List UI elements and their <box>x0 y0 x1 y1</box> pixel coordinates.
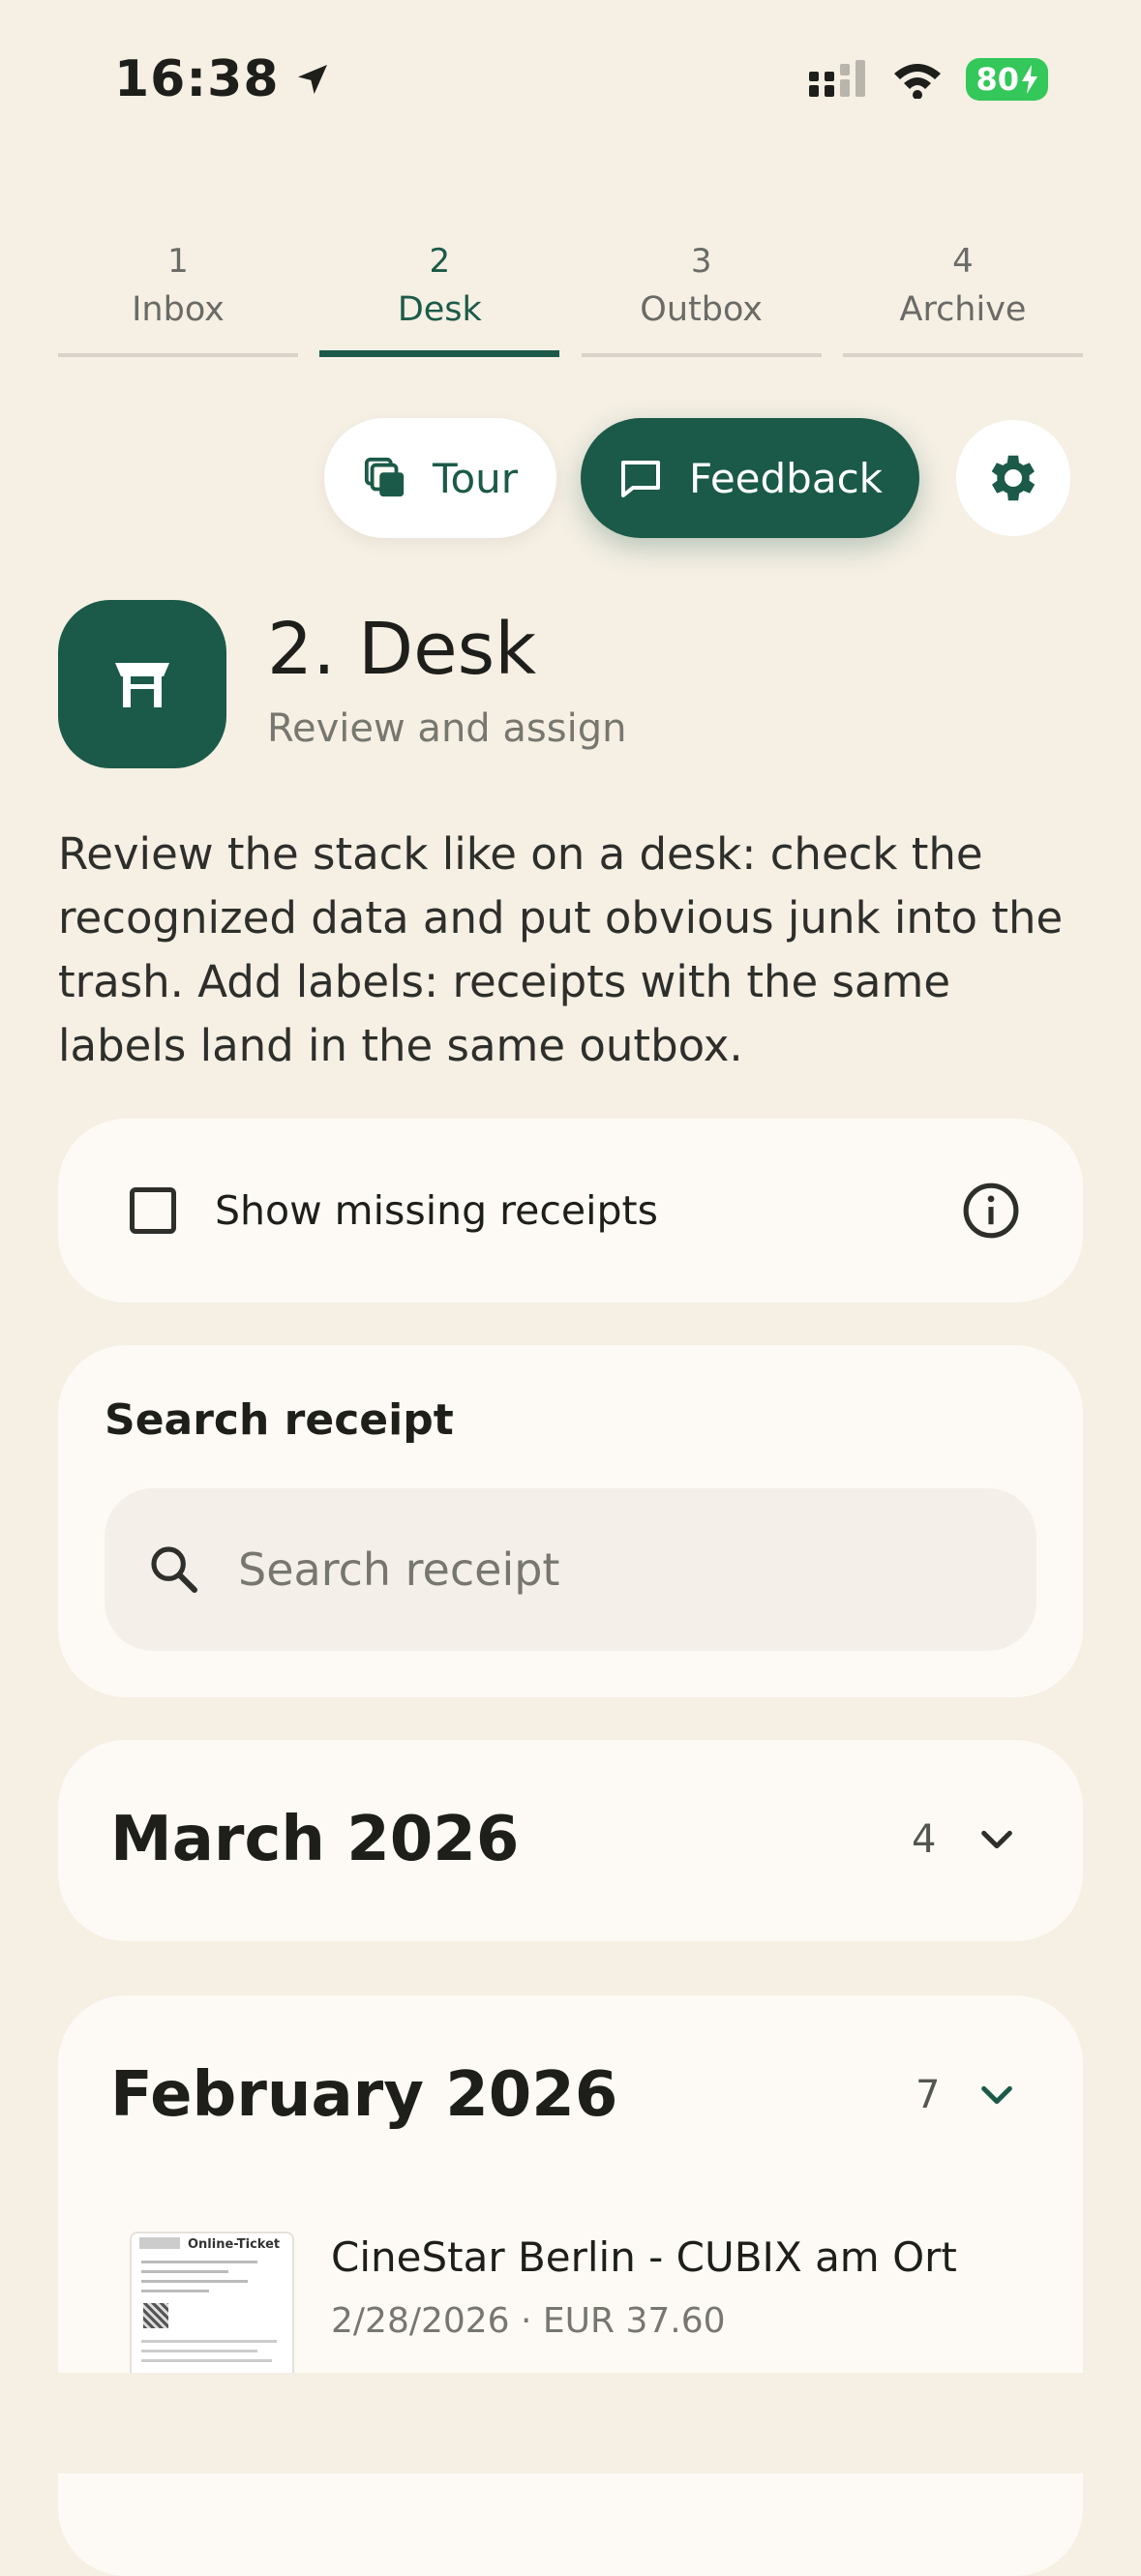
month-count: 4 <box>912 1817 937 1862</box>
charging-bolt-icon <box>1022 65 1037 94</box>
desk-badge <box>58 600 226 768</box>
page-subtitle: Review and assign <box>267 706 627 751</box>
thumbnail-qr-code <box>143 2303 168 2328</box>
step-tabs: 1 Inbox 2 Desk 3 Outbox 4 Archive <box>58 242 1083 357</box>
cellular-signal-icon <box>809 60 866 97</box>
thumbnail-line <box>141 2270 228 2273</box>
tab-number: 3 <box>690 242 712 281</box>
thumbnail-line <box>141 2280 248 2283</box>
settings-button[interactable] <box>956 420 1070 536</box>
location-arrow-icon <box>297 65 327 94</box>
tab-archive[interactable]: 4 Archive <box>842 242 1083 357</box>
missing-receipts-checkbox[interactable] <box>130 1187 176 1234</box>
status-indicators: 80 <box>809 58 1048 101</box>
info-icon[interactable] <box>961 1181 1021 1241</box>
thumbnail-line <box>141 2359 272 2362</box>
tour-cards-icon <box>364 457 405 497</box>
battery-level: 80 <box>976 61 1019 98</box>
missing-receipts-card: Show missing receipts <box>58 1119 1083 1303</box>
tab-inbox[interactable]: 1 Inbox <box>58 242 298 357</box>
chevron-down-icon[interactable] <box>977 1823 1016 1856</box>
receipt-title[interactable]: CineStar Berlin - CUBIX am Ort <box>331 2233 957 2281</box>
wifi-icon <box>894 64 942 99</box>
tab-number: 1 <box>167 242 189 281</box>
chevron-down-icon[interactable] <box>977 2079 1016 2112</box>
search-field[interactable] <box>105 1487 1036 1652</box>
search-card: Search receipt <box>58 1345 1083 1697</box>
month-group-february: February 2026 7 Online-Ticket CineStar B… <box>58 1995 1083 2576</box>
search-input[interactable] <box>236 1487 1036 1652</box>
tour-label: Tour <box>432 454 519 502</box>
thumbnail-header: Online-Ticket <box>188 2237 281 2252</box>
status-time-text: 16:38 <box>114 50 280 108</box>
bottom-fade <box>0 2373 1141 2473</box>
thumbnail-line <box>141 2261 257 2263</box>
feedback-label: Feedback <box>688 454 883 502</box>
tab-label: Desk <box>397 290 482 329</box>
tab-number: 2 <box>429 242 451 281</box>
desk-icon <box>115 663 169 707</box>
tab-label: Outbox <box>640 290 764 329</box>
chat-bubble-icon <box>620 461 660 497</box>
status-time: 16:38 <box>114 50 332 108</box>
thumbnail-logo <box>139 2237 180 2249</box>
thumbnail-line <box>141 2290 209 2292</box>
tab-label: Archive <box>899 290 1027 329</box>
gear-icon <box>991 455 1036 501</box>
month-group-march[interactable]: March 2026 4 <box>58 1740 1083 1941</box>
month-title: March 2026 <box>110 1804 520 1875</box>
page-description: Review the stack like on a desk: check t… <box>58 828 1064 1071</box>
missing-receipts-label[interactable]: Show missing receipts <box>215 1187 961 1234</box>
thumbnail-line <box>141 2340 277 2343</box>
thumbnail-line <box>141 2350 257 2352</box>
tab-label: Inbox <box>132 290 225 329</box>
search-icon <box>151 1546 198 1594</box>
tour-button[interactable]: Tour <box>324 418 556 538</box>
tab-number: 4 <box>952 242 974 281</box>
month-title[interactable]: February 2026 <box>110 2059 617 2131</box>
page-title: 2. Desk <box>267 608 537 691</box>
tab-outbox[interactable]: 3 Outbox <box>581 242 822 357</box>
battery-indicator: 80 <box>966 58 1048 101</box>
receipt-meta: 2/28/2026 · EUR 37.60 <box>331 2301 726 2341</box>
search-heading: Search receipt <box>105 1395 454 1445</box>
feedback-button[interactable]: Feedback <box>581 418 919 538</box>
month-count: 7 <box>916 2073 941 2117</box>
tab-desk[interactable]: 2 Desk <box>319 242 560 357</box>
